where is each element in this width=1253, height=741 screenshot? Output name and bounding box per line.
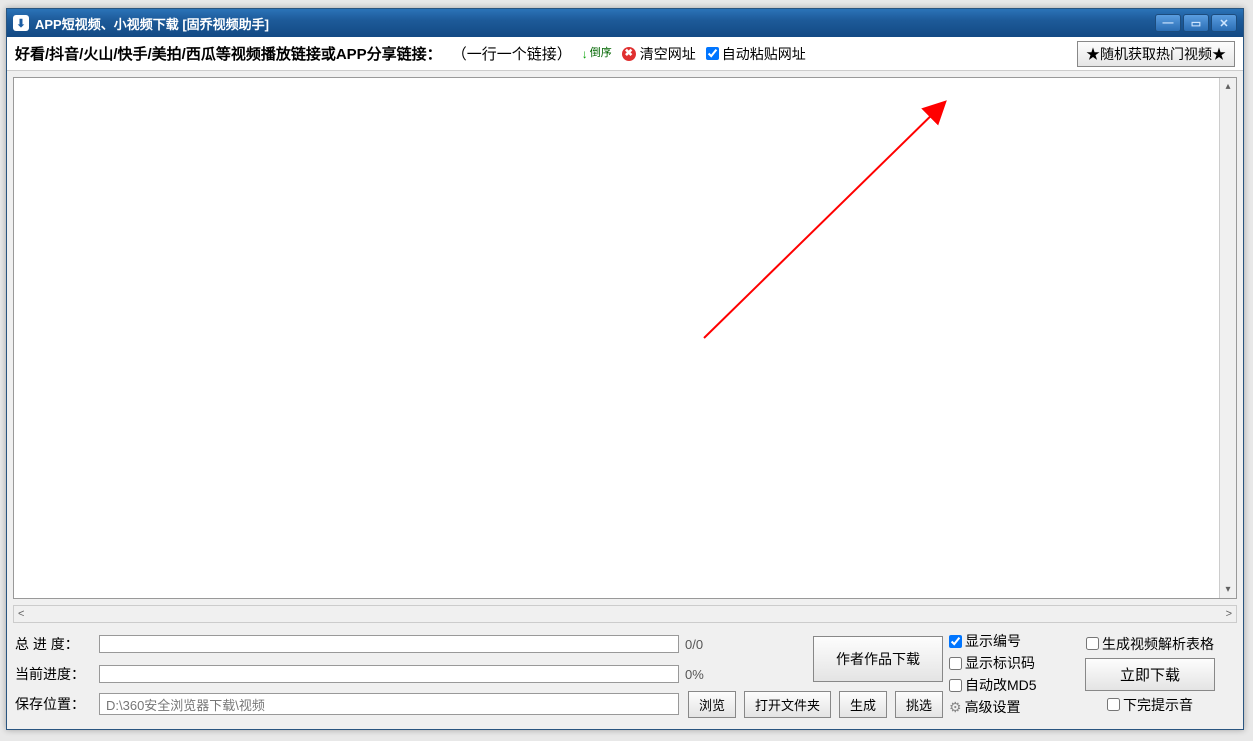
auto-md5-checkbox[interactable]: 自动改MD5 bbox=[949, 675, 1059, 695]
total-progress-bar bbox=[99, 635, 679, 653]
show-number-input[interactable] bbox=[949, 635, 962, 648]
author-download-button[interactable]: 作者作品下载 bbox=[813, 636, 943, 682]
close-button[interactable]: ✕ bbox=[1211, 14, 1237, 32]
open-folder-button[interactable]: 打开文件夹 bbox=[744, 691, 831, 718]
sort-label: 倒序 bbox=[590, 48, 612, 59]
save-path-input[interactable] bbox=[99, 693, 679, 715]
sort-button[interactable]: ↓ 倒序 bbox=[582, 47, 612, 61]
titlebar[interactable]: ⬇ APP短视频、小视频下载 [固乔视频助手] — ▭ ✕ bbox=[7, 9, 1243, 37]
current-progress-bar bbox=[99, 665, 679, 683]
advanced-settings-label: 高级设置 bbox=[965, 697, 1021, 717]
save-path-label: 保存位置： bbox=[15, 694, 93, 714]
arrow-down-icon: ↓ bbox=[582, 47, 588, 61]
right-actions: 生成视频解析表格 立即下载 下完提示音 bbox=[1065, 634, 1235, 715]
scroll-down-icon[interactable]: ▾ bbox=[1220, 581, 1236, 598]
done-sound-checkbox[interactable]: 下完提示音 bbox=[1107, 695, 1193, 715]
done-sound-input[interactable] bbox=[1107, 698, 1120, 711]
gen-parse-table-checkbox[interactable]: 生成视频解析表格 bbox=[1086, 634, 1214, 654]
current-progress-label: 当前进度： bbox=[15, 664, 93, 684]
auto-paste-checkbox[interactable]: 自动粘贴网址 bbox=[706, 44, 806, 64]
show-number-checkbox[interactable]: 显示编号 bbox=[949, 631, 1059, 651]
done-sound-label: 下完提示音 bbox=[1123, 695, 1193, 715]
gen-parse-table-label: 生成视频解析表格 bbox=[1102, 634, 1214, 654]
toolbar: 好看/抖音/火山/快手/美拍/西瓜等视频播放链接或APP分享链接： （一行一个链… bbox=[7, 37, 1243, 71]
clear-label: 清空网址 bbox=[640, 44, 696, 64]
maximize-button[interactable]: ▭ bbox=[1183, 14, 1209, 32]
window-controls: — ▭ ✕ bbox=[1155, 14, 1237, 32]
current-progress-text: 0% bbox=[685, 667, 745, 682]
show-id-code-checkbox[interactable]: 显示标识码 bbox=[949, 653, 1059, 673]
gen-parse-table-input[interactable] bbox=[1086, 637, 1099, 650]
close-circle-icon: ✖ bbox=[622, 47, 636, 61]
instruction-label: 好看/抖音/火山/快手/美拍/西瓜等视频播放链接或APP分享链接： bbox=[15, 43, 442, 64]
scroll-right-icon[interactable]: > bbox=[1226, 608, 1232, 620]
auto-paste-label: 自动粘贴网址 bbox=[722, 44, 806, 64]
advanced-settings-link[interactable]: ⚙ 高级设置 bbox=[949, 697, 1059, 717]
show-number-label: 显示编号 bbox=[965, 631, 1021, 651]
auto-paste-input[interactable] bbox=[706, 47, 719, 60]
show-id-code-input[interactable] bbox=[949, 657, 962, 670]
browse-button[interactable]: 浏览 bbox=[688, 691, 736, 718]
url-textarea[interactable]: ▴ ▾ bbox=[13, 77, 1237, 599]
clear-urls-button[interactable]: ✖ 清空网址 bbox=[622, 44, 696, 64]
scroll-left-icon[interactable]: < bbox=[18, 608, 24, 620]
instruction-hint: （一行一个链接） bbox=[452, 43, 572, 64]
options-group: 显示编号 显示标识码 自动改MD5 ⚙ 高级设置 bbox=[949, 631, 1059, 717]
window-title: APP短视频、小视频下载 [固乔视频助手] bbox=[35, 14, 269, 33]
minimize-button[interactable]: — bbox=[1155, 14, 1181, 32]
show-id-code-label: 显示标识码 bbox=[965, 653, 1035, 673]
auto-md5-label: 自动改MD5 bbox=[965, 675, 1037, 695]
auto-md5-input[interactable] bbox=[949, 679, 962, 692]
scroll-up-icon[interactable]: ▴ bbox=[1220, 78, 1236, 95]
download-now-button[interactable]: 立即下载 bbox=[1085, 658, 1215, 691]
app-icon: ⬇ bbox=[13, 15, 29, 31]
total-progress-text: 0/0 bbox=[685, 637, 745, 652]
horizontal-scrollbar[interactable]: < > bbox=[13, 605, 1237, 623]
bottom-panel: 总 进 度： 0/0 作者作品下载 显示编号 显示标识码 自动改MD5 ⚙ 高级… bbox=[7, 627, 1243, 729]
gear-icon: ⚙ bbox=[949, 699, 962, 716]
vertical-scrollbar[interactable]: ▴ ▾ bbox=[1219, 78, 1236, 598]
total-progress-label: 总 进 度： bbox=[15, 634, 93, 654]
select-button[interactable]: 挑选 bbox=[895, 691, 943, 718]
app-window: ⬇ APP短视频、小视频下载 [固乔视频助手] — ▭ ✕ 好看/抖音/火山/快… bbox=[6, 8, 1244, 730]
generate-button[interactable]: 生成 bbox=[839, 691, 887, 718]
annotation-arrow bbox=[674, 98, 974, 348]
random-hot-video-button[interactable]: ★随机获取热门视频★ bbox=[1077, 41, 1235, 67]
